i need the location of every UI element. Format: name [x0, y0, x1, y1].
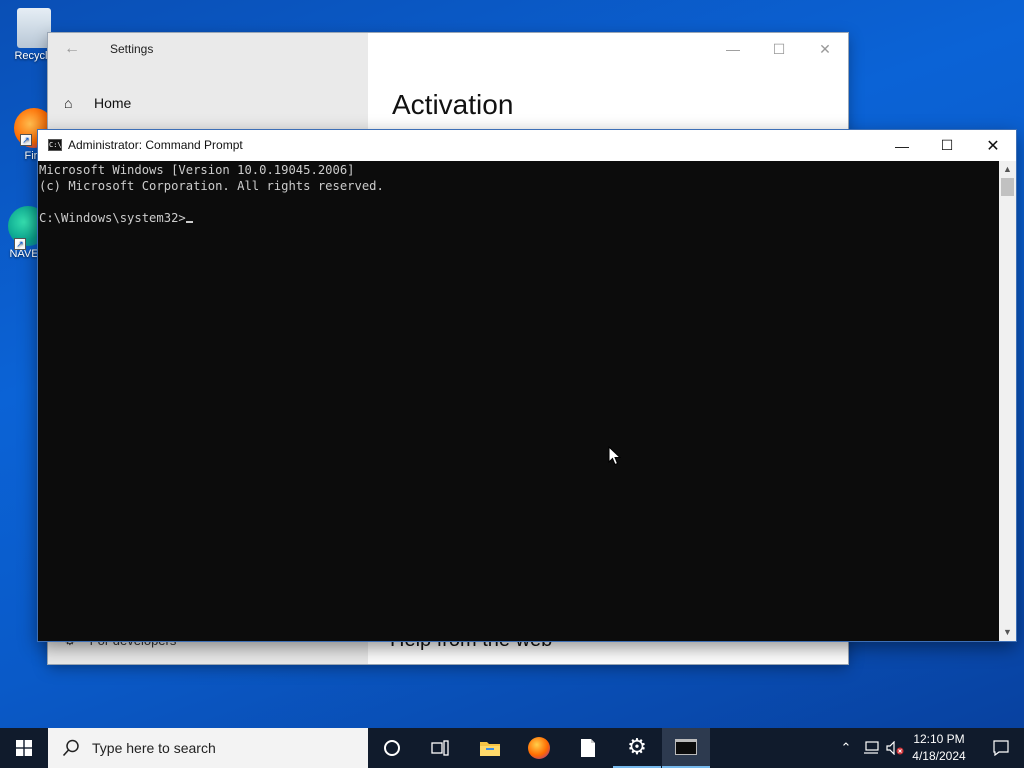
- command-prompt-icon: C:\: [48, 139, 62, 151]
- command-prompt-taskbar-button[interactable]: [662, 728, 710, 768]
- recycle-bin-icon: [17, 8, 51, 48]
- shortcut-arrow-icon: ↗: [14, 238, 26, 250]
- settings-titlebar[interactable]: ← Settings — ☐ ✕: [48, 33, 848, 65]
- task-view-button[interactable]: [416, 728, 464, 768]
- search-icon: [62, 739, 79, 757]
- console-prompt: C:\Windows\system32>: [39, 211, 186, 225]
- firefox-icon: [528, 737, 550, 759]
- firefox-button[interactable]: [515, 728, 563, 768]
- console-output[interactable]: Microsoft Windows [Version 10.0.19045.20…: [38, 161, 999, 641]
- notepad-button[interactable]: [564, 728, 612, 768]
- file-explorer-button[interactable]: [466, 728, 514, 768]
- volume-status[interactable]: [884, 728, 906, 768]
- show-hidden-icons-button[interactable]: ⌃: [836, 728, 856, 768]
- command-prompt-window[interactable]: C:\ Administrator: Command Prompt — ☐ ✕ …: [38, 130, 1016, 641]
- chevron-up-icon: ⌃: [840, 740, 852, 755]
- file-explorer-icon: [480, 742, 500, 756]
- page-title: Activation: [392, 89, 514, 120]
- notification-icon: [993, 740, 1009, 756]
- command-prompt-icon: [675, 739, 697, 755]
- task-view-icon: [431, 740, 449, 756]
- back-arrow-icon[interactable]: ←: [64, 41, 80, 57]
- minimize-button[interactable]: —: [710, 33, 756, 65]
- start-button[interactable]: [0, 728, 48, 768]
- shortcut-arrow-icon: ↗: [20, 134, 32, 146]
- taskbar-search-box[interactable]: Type here to search: [48, 728, 368, 768]
- scrollbar-thumb[interactable]: [1001, 178, 1014, 196]
- action-center-button[interactable]: [978, 728, 1024, 768]
- console-prompt-line[interactable]: C:\Windows\system32>: [39, 210, 998, 226]
- scroll-down-icon[interactable]: ▼: [999, 624, 1016, 641]
- cortana-button[interactable]: [368, 728, 416, 768]
- text-cursor: [185, 221, 193, 223]
- home-icon: ⌂: [64, 95, 73, 111]
- system-clock[interactable]: 12:10 PM 4/18/2024: [904, 731, 974, 765]
- maximize-button[interactable]: ☐: [756, 33, 802, 65]
- console-line: (c) Microsoft Corporation. All rights re…: [39, 179, 384, 193]
- clock-time: 12:10 PM: [913, 732, 965, 746]
- minimize-button[interactable]: —: [879, 130, 925, 161]
- settings-nav-home[interactable]: ⌂ Home: [64, 95, 131, 111]
- console-line: Microsoft Windows [Version 10.0.19045.20…: [39, 163, 355, 177]
- vertical-scrollbar[interactable]: ▲ ▼: [999, 161, 1016, 641]
- close-button[interactable]: ✕: [802, 33, 848, 65]
- network-icon: [864, 741, 879, 754]
- maximize-button[interactable]: ☐: [924, 130, 970, 161]
- search-placeholder: Type here to search: [92, 740, 216, 756]
- settings-taskbar-button[interactable]: ⚙: [613, 728, 661, 768]
- volume-muted-icon: [886, 741, 904, 755]
- settings-title: Settings: [110, 42, 154, 56]
- scroll-up-icon[interactable]: ▲: [999, 161, 1016, 178]
- mouse-pointer-icon: [608, 446, 622, 466]
- cortana-icon: [384, 740, 400, 756]
- notepad-icon: [581, 739, 595, 757]
- network-status[interactable]: [860, 728, 882, 768]
- cmd-title: Administrator: Command Prompt: [68, 138, 243, 152]
- cmd-titlebar[interactable]: C:\ Administrator: Command Prompt — ☐ ✕: [38, 130, 1016, 161]
- clock-date: 4/18/2024: [912, 749, 966, 763]
- taskbar: Type here to search ⚙ ⌃ 12:10 PM 4/18/20…: [0, 728, 1024, 768]
- windows-logo-icon: [16, 740, 32, 756]
- settings-icon: ⚙: [627, 734, 647, 759]
- settings-nav-home-label: Home: [94, 95, 132, 111]
- close-button[interactable]: ✕: [970, 130, 1016, 161]
